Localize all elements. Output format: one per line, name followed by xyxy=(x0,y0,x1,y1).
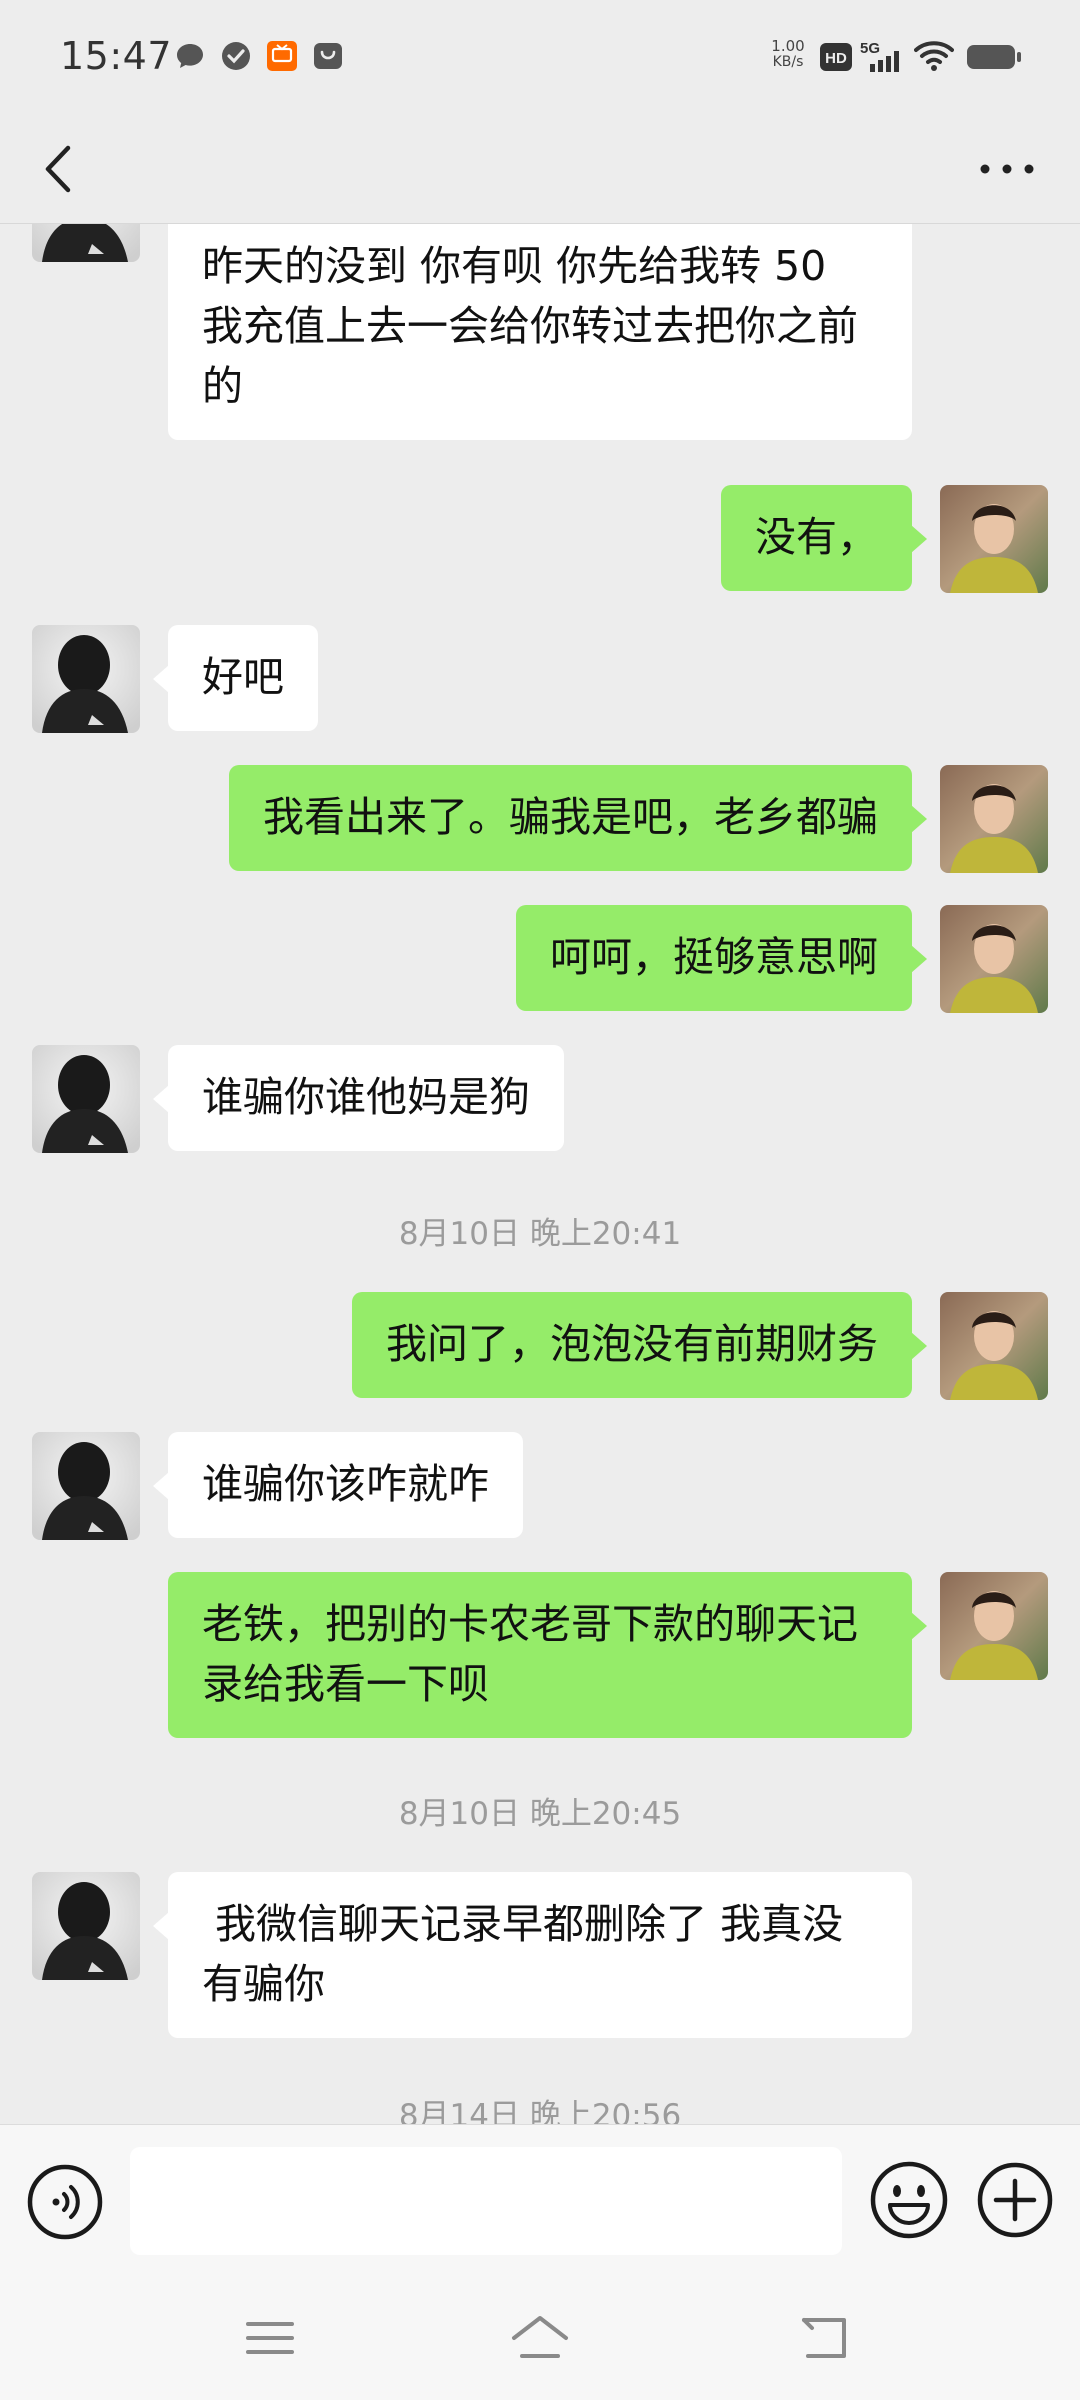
user-avatar[interactable] xyxy=(940,485,1048,593)
back-return-icon[interactable] xyxy=(796,2312,852,2364)
contact-avatar[interactable] xyxy=(32,1432,140,1540)
hd-badge: HD xyxy=(820,43,852,71)
message-bubble-outgoing[interactable]: 我看出来了。骗我是吧，老乡都骗 xyxy=(229,765,927,871)
voice-icon[interactable] xyxy=(26,2163,104,2241)
message-bubble-incoming[interactable]: 没到账 差 50 才能提现 我不敢打了 昨天的没到 你有呗 你先给我转 50 我… xyxy=(168,224,912,440)
user-avatar[interactable] xyxy=(940,765,1048,873)
chat-header xyxy=(0,116,1080,224)
network-type-text: 5G xyxy=(860,40,880,57)
chat-messages[interactable]: 没到账 差 50 才能提现 我不敢打了 昨天的没到 你有呗 你先给我转 50 我… xyxy=(0,224,1080,2124)
app-tv-icon xyxy=(267,41,297,71)
shopping-bag-icon xyxy=(314,43,342,69)
net-speed-value: 1.00 xyxy=(771,37,805,55)
signal-5g-icon: 5G xyxy=(860,40,899,72)
user-avatar[interactable] xyxy=(940,1292,1048,1400)
contact-avatar[interactable] xyxy=(32,625,140,733)
net-speed: 1.00 KB/s xyxy=(766,38,810,70)
menu-icon[interactable] xyxy=(244,2312,296,2364)
message-bubble-incoming[interactable]: 我微信聊天记录早都删除了 我真没有骗你 xyxy=(153,1872,912,2038)
contact-avatar[interactable] xyxy=(32,1872,140,1980)
home-icon[interactable] xyxy=(510,2312,570,2364)
chat-bubble-icon xyxy=(177,44,203,68)
contact-avatar[interactable] xyxy=(32,1045,140,1153)
wifi-icon xyxy=(914,41,954,71)
message-timestamp: 8月10日 晚上20:45 xyxy=(398,1796,682,1832)
hd-badge-text: HD xyxy=(825,50,847,67)
net-speed-unit: KB/s xyxy=(772,54,804,70)
message-bubble-incoming[interactable]: 谁骗你谁他妈是狗 xyxy=(153,1045,564,1151)
message-bubble-incoming[interactable]: 谁骗你该咋就咋 xyxy=(153,1432,523,1538)
user-avatar[interactable] xyxy=(940,1572,1048,1680)
contact-avatar[interactable] xyxy=(32,224,140,262)
message-timestamp: 8月10日 晚上20:41 xyxy=(398,1216,682,1252)
message-bubble-outgoing[interactable]: 呵呵，挺够意思啊 xyxy=(516,905,927,1011)
battery-icon xyxy=(967,45,1021,69)
status-time: 15:47 xyxy=(60,34,173,78)
system-navigation-bar xyxy=(0,2276,1080,2400)
user-avatar[interactable] xyxy=(940,905,1048,1013)
check-circle-icon xyxy=(222,42,250,70)
message-bubble-outgoing[interactable]: 老铁，把别的卡农老哥下款的聊天记录给我看一下呗 xyxy=(168,1572,927,1738)
message-bubble-outgoing[interactable]: 没有， xyxy=(721,485,927,591)
message-timestamp: 8月14日 晚上20:56 xyxy=(398,2098,682,2124)
input-bar xyxy=(0,2124,1080,2276)
emoji-icon[interactable] xyxy=(868,2159,950,2241)
message-bubble-incoming[interactable]: 好吧 xyxy=(153,625,318,731)
plus-circle-icon[interactable] xyxy=(976,2161,1054,2239)
status-bar: 15:47 1.00 KB/s HD 5G xyxy=(0,0,1080,116)
message-input[interactable] xyxy=(130,2147,842,2255)
message-bubble-outgoing[interactable]: 我问了，泡泡没有前期财务 xyxy=(352,1292,927,1398)
chevron-left-icon[interactable] xyxy=(30,134,90,204)
more-dots-icon[interactable] xyxy=(972,134,1042,204)
